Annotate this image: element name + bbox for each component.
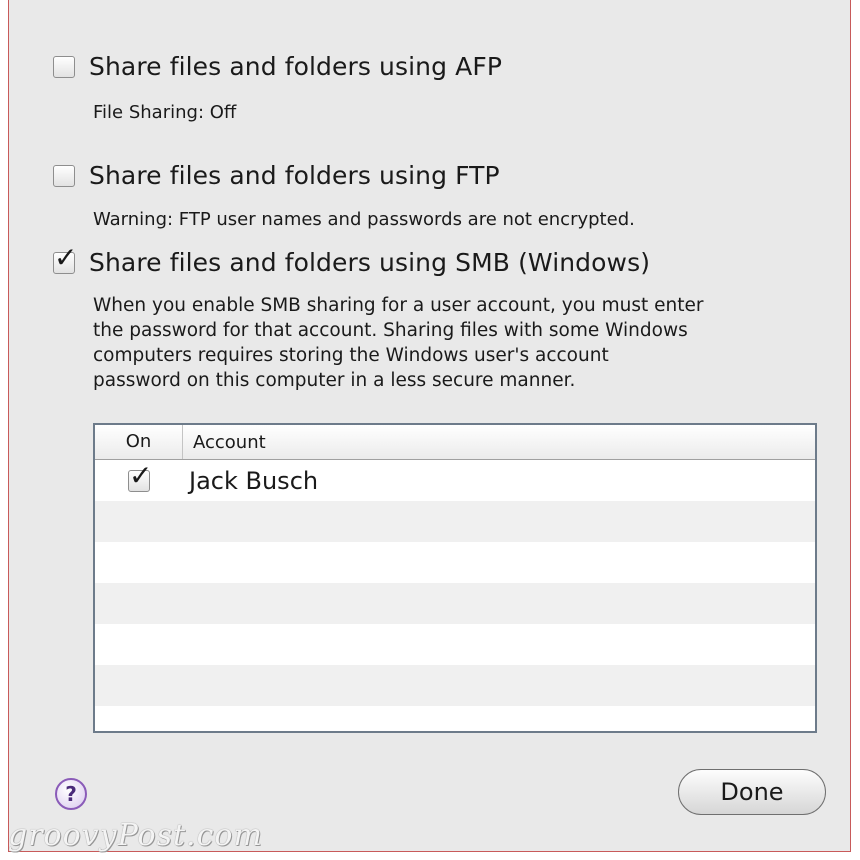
table-row[interactable]: ✓ Jack Busch <box>95 460 815 501</box>
account-name: Jack Busch <box>189 466 319 495</box>
checkmark-icon: ✓ <box>54 240 78 274</box>
done-button[interactable]: Done <box>678 769 826 815</box>
smb-options-sheet: Share files and folders using AFP File S… <box>8 0 851 852</box>
column-header-account[interactable]: Account <box>183 432 266 453</box>
help-icon: ? <box>65 782 77 806</box>
table-row-empty <box>95 665 815 706</box>
accounts-table-header: On Account <box>95 425 815 460</box>
accounts-table[interactable]: On Account ✓ Jack Busch <box>93 423 817 733</box>
accounts-table-body: ✓ Jack Busch <box>95 460 815 731</box>
table-row-empty <box>95 583 815 624</box>
afp-status-text: File Sharing: Off <box>93 102 237 123</box>
smb-option[interactable]: ✓ Share files and folders using SMB (Win… <box>53 243 651 277</box>
table-row-empty <box>95 542 815 583</box>
ftp-warning-text: Warning: FTP user names and passwords ar… <box>93 209 635 230</box>
smb-label: Share files and folders using SMB (Windo… <box>89 248 651 277</box>
table-row-empty <box>95 624 815 665</box>
afp-option[interactable]: Share files and folders using AFP <box>53 52 502 81</box>
ftp-option[interactable]: Share files and folders using FTP <box>53 161 500 190</box>
column-header-on[interactable]: On <box>95 425 183 459</box>
ftp-label: Share files and folders using FTP <box>89 161 500 190</box>
checkmark-icon: ✓ <box>129 458 153 492</box>
smb-checkbox[interactable]: ✓ <box>53 243 77 274</box>
help-button[interactable]: ? <box>55 778 87 810</box>
table-row-empty <box>95 706 815 731</box>
table-row-empty <box>95 501 815 542</box>
account-enabled-checkbox[interactable]: ✓ <box>128 461 152 492</box>
ftp-checkbox[interactable] <box>53 164 75 187</box>
afp-checkbox[interactable] <box>53 55 75 78</box>
smb-description: When you enable SMB sharing for a user a… <box>93 295 704 391</box>
afp-label: Share files and folders using AFP <box>89 52 502 81</box>
watermark-logo: groovyPost.com <box>8 818 263 853</box>
